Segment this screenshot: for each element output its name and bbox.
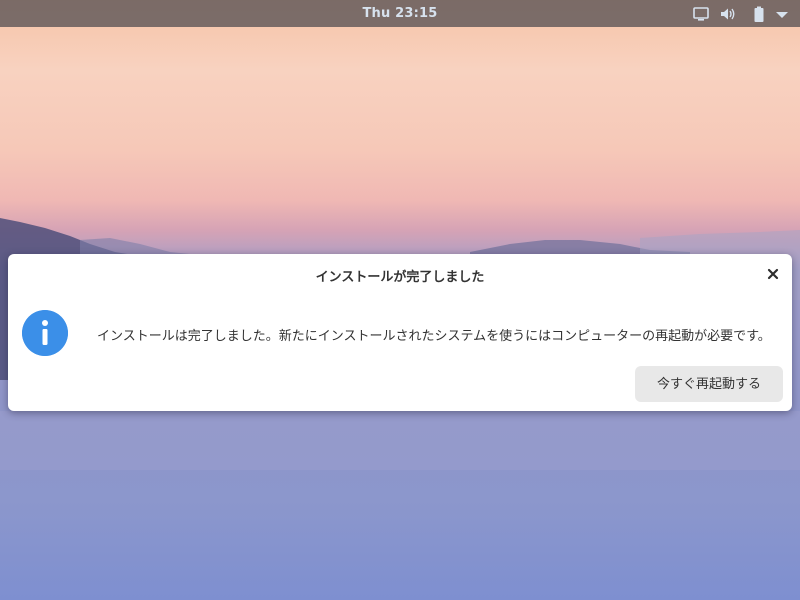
restart-now-button[interactable]: 今すぐ再起動する <box>635 366 783 402</box>
close-icon[interactable] <box>764 265 782 283</box>
display-icon[interactable] <box>692 5 710 23</box>
top-panel: Thu 23:15 <box>0 0 800 27</box>
desktop: Thu 23:15 インストールが完了しました インストールは完了しました。新た… <box>0 0 800 600</box>
info-icon <box>22 310 68 356</box>
volume-icon[interactable] <box>719 5 737 23</box>
clock[interactable]: Thu 23:15 <box>0 6 800 21</box>
dialog-title: インストールが完了しました <box>315 270 485 285</box>
menu-arrow-icon[interactable] <box>773 5 791 23</box>
battery-icon[interactable] <box>750 5 768 23</box>
install-complete-dialog: インストールが完了しました インストールは完了しました。新たにインストールされた… <box>8 254 792 411</box>
dialog-message: インストールは完了しました。新たにインストールされたシステムを使うにはコンピュー… <box>97 329 771 344</box>
